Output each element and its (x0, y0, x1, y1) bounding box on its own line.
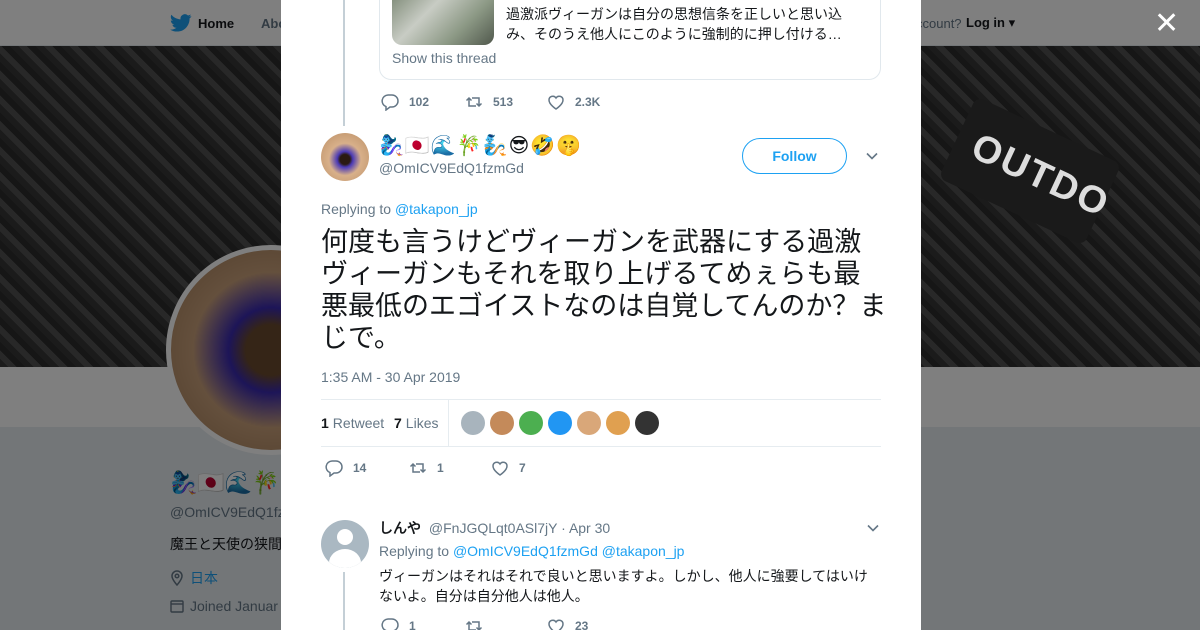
thread-connector (343, 572, 345, 630)
tweet-stats: 1 Retweet 7 Likes (321, 399, 881, 447)
author-avatar[interactable] (321, 133, 369, 181)
liker-avatar[interactable] (577, 411, 601, 435)
retweet-count: 513 (493, 95, 514, 109)
liker-avatar[interactable] (548, 411, 572, 435)
reply-action[interactable]: 14 (325, 459, 383, 477)
likes-stat[interactable]: 7 Likes (394, 415, 438, 431)
retweet-icon (409, 462, 427, 474)
thread-connector (343, 0, 345, 126)
liker-avatars (461, 411, 659, 435)
reply-text: ヴィーガンはそれはそれで良いと思いますよ。しかし、他人に強要してはいけないよ。自… (379, 568, 868, 604)
heart-icon (548, 95, 564, 110)
follow-button[interactable]: Follow (742, 138, 847, 174)
reply-replying-to: Replying to @OmICV9EdQ1fzmGd @takapon_jp (379, 543, 684, 559)
retweet-action[interactable]: 513 (465, 93, 521, 111)
reply-author-handle[interactable]: @FnJGQLqt0ASl7jY (429, 520, 557, 536)
tweet-author-row: 🧞‍♀️🇯🇵🌊🎋🧞😎🤣🤫 @OmICV9EdQ1fzmGd Follow (321, 133, 881, 183)
retweet-action[interactable]: 1 (409, 459, 465, 477)
likes-stat-label: Likes (405, 415, 439, 431)
reply-action[interactable]: 1 (381, 617, 439, 630)
liker-avatar[interactable] (490, 411, 514, 435)
replying-prefix: Replying to (321, 201, 392, 217)
like-count: 7 (519, 461, 526, 475)
quoted-tweet-thumbnail[interactable] (392, 0, 494, 45)
reply-author-name[interactable]: しんや (379, 520, 421, 536)
reply-mention-link[interactable]: @takapon_jp (602, 543, 685, 559)
reply-action[interactable]: 102 (381, 93, 439, 111)
reply-count: 14 (353, 461, 367, 475)
chevron-down-icon[interactable] (866, 521, 880, 535)
tweet-text: 何度も言うけどヴィーガンを武器にする過激ヴィーガンもそれを取り上げるてめぇらも最… (321, 227, 887, 353)
quoted-tweet-line: 過激派ヴィーガンは自分の思想信条を正しいと思い込 (506, 6, 842, 22)
reply-replying-prefix: Replying to (379, 543, 450, 559)
tweet-actions: 14 1 7 (325, 459, 552, 477)
author-display-name[interactable]: 🧞‍♀️🇯🇵🌊🎋🧞😎🤣🤫 (379, 133, 582, 158)
reply-icon (381, 618, 399, 630)
reply-avatar[interactable] (321, 520, 369, 568)
liker-avatar[interactable] (606, 411, 630, 435)
replying-to: Replying to @takapon_jp (321, 201, 478, 217)
reply-actions: 1 23 (381, 617, 614, 630)
retweet-count: 1 (437, 461, 444, 475)
retweet-icon (465, 96, 483, 108)
close-icon[interactable]: ✕ (1154, 9, 1179, 39)
reply-icon (381, 94, 399, 111)
replying-to-link[interactable]: @takapon_jp (395, 201, 478, 217)
heart-icon (492, 461, 508, 476)
show-thread-link[interactable]: Show this thread (392, 50, 496, 66)
reply-header: しんや @FnJGQLqt0ASl7jY · Apr 30 (379, 518, 610, 538)
tweet-timestamp[interactable]: 1:35 AM - 30 Apr 2019 (321, 369, 460, 385)
reply-icon (325, 460, 343, 477)
like-action[interactable]: 7 (491, 459, 526, 477)
retweets-stat[interactable]: 1 Retweet (321, 415, 384, 431)
like-count: 2.3K (575, 95, 601, 109)
reply-mention-link[interactable]: @OmICV9EdQ1fzmGd (453, 543, 598, 559)
retweet-action[interactable] (465, 617, 521, 630)
tweet-permalink-modal: 過激派ヴィーガンは自分の思想信条を正しいと思い込 み、そのうえ他人にこのように強… (281, 0, 921, 630)
quoted-tweet-card[interactable]: 過激派ヴィーガンは自分の思想信条を正しいと思い込 み、そのうえ他人にこのように強… (379, 0, 881, 80)
liker-avatar[interactable] (461, 411, 485, 435)
retweets-stat-label: Retweet (332, 415, 385, 431)
retweet-icon (465, 620, 483, 630)
like-action[interactable]: 2.3K (547, 93, 600, 111)
liker-avatar[interactable] (635, 411, 659, 435)
heart-icon (548, 619, 564, 630)
reply-count: 1 (409, 619, 416, 630)
reply-separator: · (561, 520, 566, 536)
reply-count: 102 (409, 95, 430, 109)
quoted-tweet-line: み、そのうえ他人にこのように強制的に押し付ける… (506, 26, 842, 42)
liker-avatar[interactable] (519, 411, 543, 435)
like-action[interactable]: 23 (547, 617, 588, 630)
chevron-down-icon[interactable] (865, 149, 879, 163)
reply-date[interactable]: Apr 30 (569, 520, 610, 536)
like-count: 23 (575, 619, 589, 630)
quoted-tweet-text: 過激派ヴィーガンは自分の思想信条を正しいと思い込 み、そのうえ他人にこのように強… (506, 4, 866, 44)
stats-divider (448, 400, 449, 446)
retweets-stat-count: 1 (321, 415, 329, 431)
previous-tweet-actions: 102 513 2.3K (381, 93, 626, 111)
likes-stat-count: 7 (394, 415, 402, 431)
author-handle[interactable]: @OmICV9EdQ1fzmGd (379, 160, 524, 176)
